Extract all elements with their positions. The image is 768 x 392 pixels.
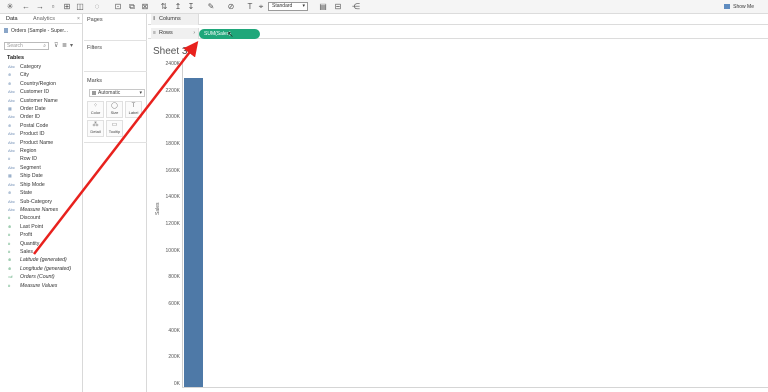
drag-arrow-line [33, 41, 199, 255]
drag-arrow [33, 41, 199, 255]
